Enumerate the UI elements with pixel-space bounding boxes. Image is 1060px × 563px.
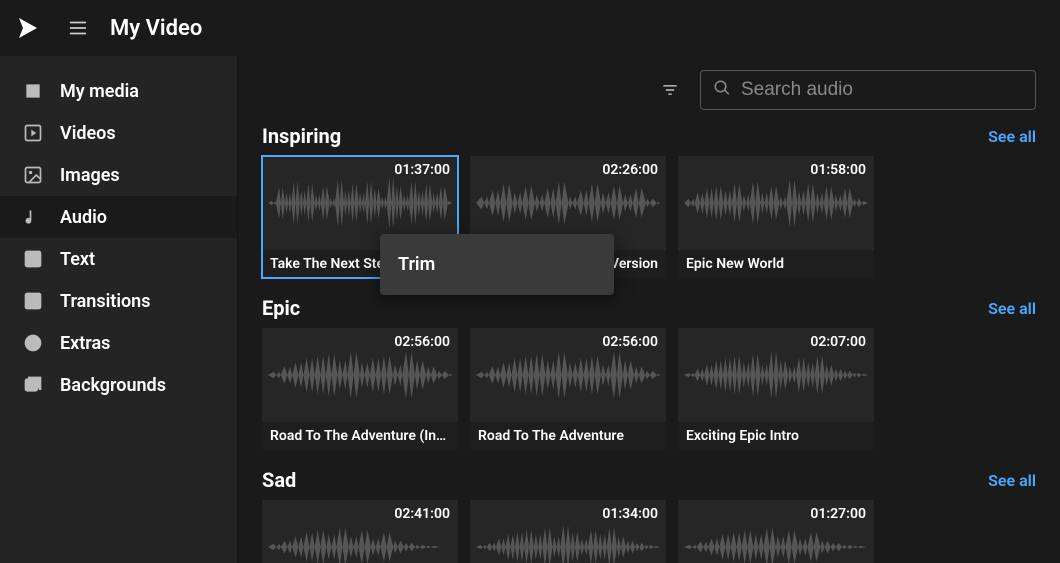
clip-duration: 01:37:00 xyxy=(394,162,450,178)
search-icon xyxy=(713,79,731,101)
clip-name: Exciting Epic Intro xyxy=(678,422,874,450)
clip-duration: 02:07:00 xyxy=(810,334,866,350)
section-header-inspiring: Inspiring See all xyxy=(262,124,1036,148)
see-all-link[interactable]: See all xyxy=(988,127,1036,146)
star-folder-icon xyxy=(22,80,44,102)
topbar: My Video xyxy=(0,0,1060,56)
section-header-sad: Sad See all xyxy=(262,468,1036,492)
app-logo[interactable] xyxy=(14,15,40,41)
context-menu: Trim xyxy=(380,234,614,295)
clip-duration: 01:58:00 xyxy=(810,162,866,178)
music-note-icon xyxy=(22,206,44,228)
audio-clip[interactable]: 01:27:00 xyxy=(678,500,874,563)
sidebar-item-label: Backgrounds xyxy=(60,375,166,396)
clip-duration: 01:34:00 xyxy=(602,506,658,522)
sidebar-item-my-media[interactable]: My media xyxy=(0,70,237,112)
audio-clip[interactable]: 02:56:00 Road To The Adventure (Instrum.… xyxy=(262,328,458,450)
sidebar-item-backgrounds[interactable]: Backgrounds xyxy=(0,364,237,406)
section-title: Inspiring xyxy=(262,124,341,148)
toolbar xyxy=(262,70,1036,110)
sidebar-item-audio[interactable]: Audio xyxy=(0,196,237,238)
see-all-link[interactable]: See all xyxy=(988,299,1036,318)
audio-clip[interactable]: 01:58:00 Epic New World xyxy=(678,156,874,278)
sidebar-item-label: Transitions xyxy=(60,291,151,312)
main-content: Inspiring See all 01:37:00 Take The Next… xyxy=(238,56,1060,563)
sidebar-item-images[interactable]: Images xyxy=(0,154,237,196)
project-title[interactable]: My Video xyxy=(110,16,202,41)
backgrounds-icon xyxy=(22,374,44,396)
section-title: Sad xyxy=(262,468,296,492)
clip-name: Epic New World xyxy=(678,250,874,278)
sidebar-item-label: Audio xyxy=(60,207,107,228)
sidebar-item-label: Videos xyxy=(60,123,116,144)
context-menu-trim[interactable]: Trim xyxy=(380,240,614,289)
clip-duration: 02:41:00 xyxy=(394,506,450,522)
audio-clip[interactable]: 01:34:00 xyxy=(470,500,666,563)
clip-duration: 02:56:00 xyxy=(394,334,450,350)
search-box[interactable] xyxy=(700,70,1036,110)
section-title: Epic xyxy=(262,296,300,320)
clip-duration: 02:26:00 xyxy=(602,162,658,178)
section-header-epic: Epic See all xyxy=(262,296,1036,320)
transition-icon xyxy=(22,290,44,312)
clip-duration: 01:27:00 xyxy=(810,506,866,522)
clip-row: 02:41:00 01:34:00 01:27:00 xyxy=(262,500,1036,563)
sidebar-item-transitions[interactable]: Transitions xyxy=(0,280,237,322)
search-input[interactable] xyxy=(741,79,1023,101)
sidebar-item-label: Extras xyxy=(60,333,110,354)
clip-duration: 02:56:00 xyxy=(602,334,658,350)
audio-clip[interactable]: 02:41:00 xyxy=(262,500,458,563)
sidebar-item-videos[interactable]: Videos xyxy=(0,112,237,154)
audio-clip[interactable]: 02:07:00 Exciting Epic Intro xyxy=(678,328,874,450)
clip-name: Road To The Adventure (Instrum... xyxy=(262,422,458,450)
clip-name: Road To The Adventure xyxy=(470,422,666,450)
clip-row: 02:56:00 Road To The Adventure (Instrum.… xyxy=(262,328,1036,450)
sidebar-item-label: My media xyxy=(60,81,139,102)
sidebar: My media Videos Images Audio Text xyxy=(0,56,238,563)
sidebar-item-label: Images xyxy=(60,165,120,186)
text-icon xyxy=(22,248,44,270)
play-square-icon xyxy=(22,122,44,144)
sidebar-item-label: Text xyxy=(60,249,95,270)
sidebar-item-extras[interactable]: Extras xyxy=(0,322,237,364)
filter-button[interactable] xyxy=(658,78,682,102)
audio-clip[interactable]: 02:56:00 Road To The Adventure xyxy=(470,328,666,450)
menu-button[interactable] xyxy=(64,14,92,42)
clip-row: 01:37:00 Take The Next Step 02:26:00 Ver… xyxy=(262,156,1036,278)
see-all-link[interactable]: See all xyxy=(988,471,1036,490)
sidebar-item-text[interactable]: Text xyxy=(0,238,237,280)
emoji-icon xyxy=(22,332,44,354)
image-icon xyxy=(22,164,44,186)
